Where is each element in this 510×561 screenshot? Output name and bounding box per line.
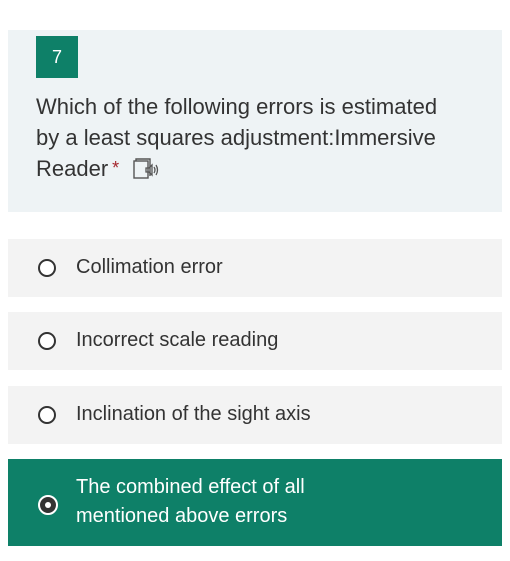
quiz-page: 7 Which of the following errors is estim…	[0, 0, 510, 561]
option-combined-effect-selected[interactable]: The combined effect of all mentioned abo…	[8, 459, 502, 546]
radio-button-selected[interactable]	[38, 495, 58, 515]
question-text-block: Which of the following errors is estimat…	[36, 91, 456, 184]
question-number-badge: 7	[36, 36, 78, 78]
question-text: Which of the following errors is estimat…	[36, 94, 438, 181]
immersive-reader-icon[interactable]	[133, 157, 161, 179]
option-collimation-error[interactable]: Collimation error	[8, 239, 502, 297]
option-incorrect-scale-reading[interactable]: Incorrect scale reading	[8, 312, 502, 370]
option-label: The combined effect of all mentioned abo…	[76, 476, 305, 527]
option-label: Incorrect scale reading	[76, 329, 279, 351]
option-label: Collimation error	[76, 256, 223, 278]
radio-button[interactable]	[38, 259, 56, 277]
required-asterisk: *	[112, 158, 120, 178]
option-label: Inclination of the sight axis	[76, 403, 311, 425]
question-card: 7 Which of the following errors is estim…	[8, 30, 502, 212]
radio-button[interactable]	[38, 332, 56, 350]
radio-button[interactable]	[38, 406, 56, 424]
option-inclination-sight-axis[interactable]: Inclination of the sight axis	[8, 386, 502, 444]
